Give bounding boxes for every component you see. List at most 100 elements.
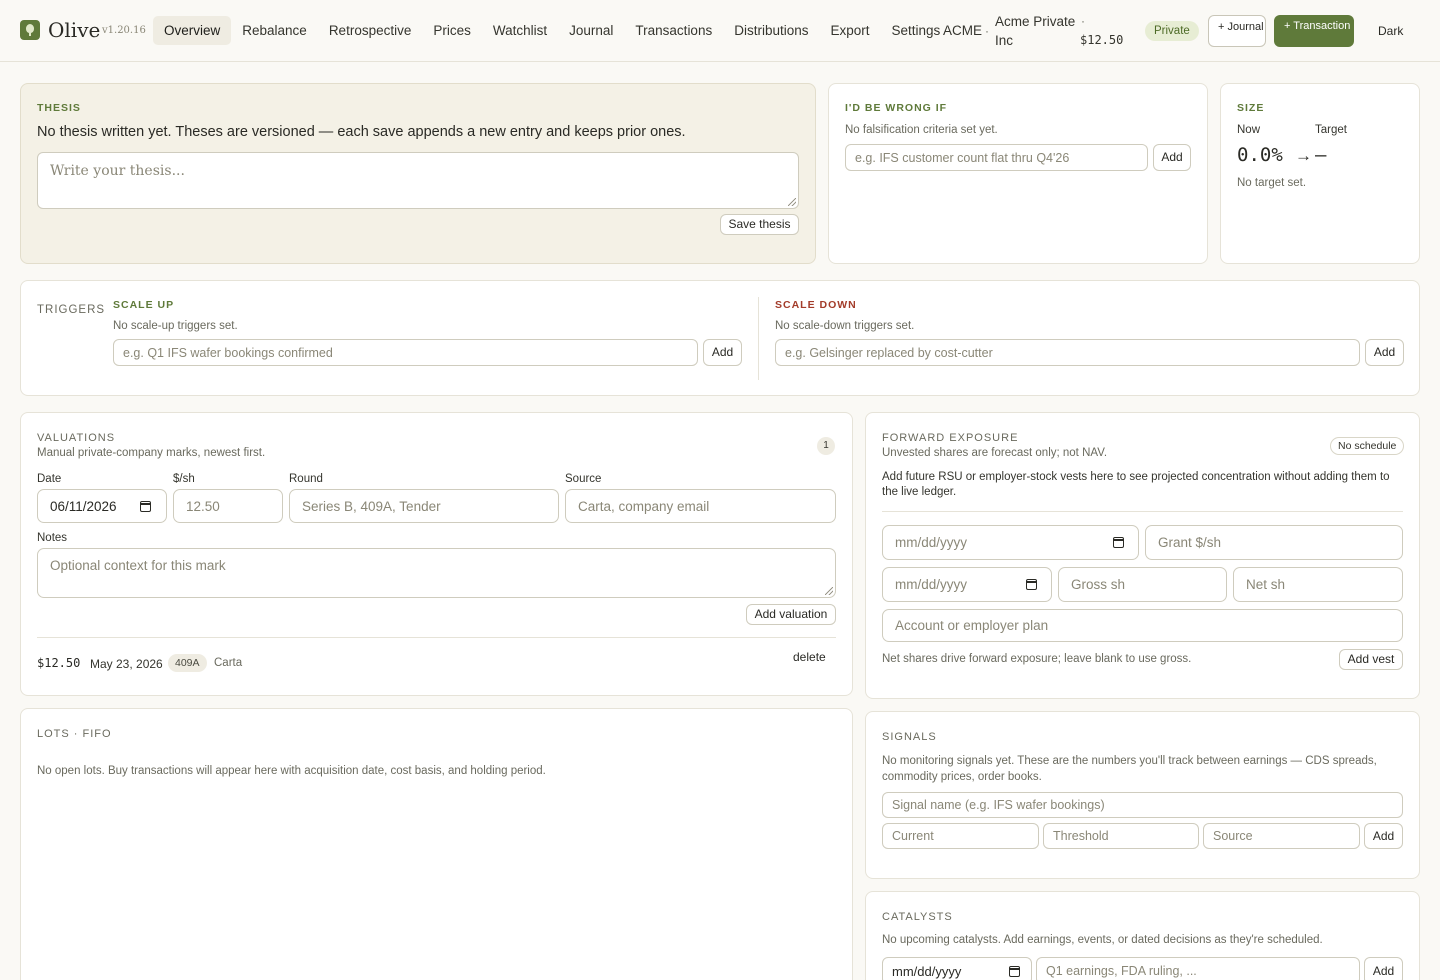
nav-export[interactable]: Export bbox=[819, 16, 880, 45]
lots-empty: No open lots. Buy transactions will appe… bbox=[37, 765, 546, 777]
size-now-value: 0.0% bbox=[1237, 144, 1283, 166]
catalysts-card: CATALYSTS No upcoming catalysts. Add ear… bbox=[865, 891, 1420, 980]
valuations-subtitle: Manual private-company marks, newest fir… bbox=[37, 447, 266, 459]
gross-shares-input[interactable]: Gross sh bbox=[1058, 567, 1227, 602]
notes-textarea[interactable]: Optional context for this mark bbox=[37, 548, 836, 598]
forward-divider bbox=[882, 511, 1403, 512]
add-valuation-button[interactable]: Add valuation bbox=[746, 604, 836, 625]
signals-card: SIGNALS No monitoring signals yet. These… bbox=[865, 711, 1420, 879]
signal-name-input[interactable]: Signal name (e.g. IFS wafer bookings) bbox=[882, 792, 1403, 818]
signals-label: SIGNALS bbox=[882, 731, 937, 743]
add-wrong-if-button[interactable]: Add bbox=[1153, 144, 1191, 171]
nav-transactions[interactable]: Transactions bbox=[624, 16, 723, 45]
thesis-textarea[interactable]: Write your thesis... bbox=[37, 152, 799, 209]
size-card: SIZE Now Target 0.0% → — No target set. bbox=[1220, 83, 1420, 264]
olive-logo-icon bbox=[20, 20, 40, 40]
arrow-right-icon: → bbox=[1295, 146, 1312, 165]
vest-date-2-placeholder: mm/dd/yyyy bbox=[895, 577, 968, 592]
main-nav: Overview Rebalance Retrospective Prices … bbox=[153, 16, 951, 45]
calendar-icon[interactable] bbox=[1009, 966, 1020, 977]
valuation-round-badge: 409A bbox=[168, 654, 207, 672]
valuation-date: May 23, 2026 bbox=[90, 657, 163, 671]
net-shares-input[interactable]: Net sh bbox=[1233, 567, 1403, 602]
nav-settings[interactable]: Settings bbox=[881, 16, 952, 45]
valuations-card: VALUATIONS Manual private-company marks,… bbox=[20, 412, 853, 696]
nav-journal[interactable]: Journal bbox=[558, 16, 624, 45]
source-label: Source bbox=[565, 473, 602, 485]
forward-exposure-subtitle: Unvested shares are forecast only; not N… bbox=[882, 447, 1108, 459]
size-label: SIZE bbox=[1237, 102, 1265, 114]
round-input[interactable]: Series B, 409A, Tender bbox=[289, 489, 559, 523]
resize-handle-icon[interactable] bbox=[788, 198, 796, 206]
add-transaction-button[interactable]: + Transaction bbox=[1274, 15, 1354, 47]
security-price: $12.50 bbox=[1080, 33, 1124, 47]
security-name: Acme Private Inc bbox=[995, 14, 1076, 48]
account-plan-input[interactable]: Account or employer plan bbox=[882, 609, 1403, 642]
catalysts-label: CATALYSTS bbox=[882, 911, 953, 923]
forward-exposure-card: FORWARD EXPOSURE Unvested shares are for… bbox=[865, 412, 1420, 699]
scale-up-input[interactable]: e.g. Q1 IFS wafer bookings confirmed bbox=[113, 339, 698, 366]
catalysts-empty: No upcoming catalysts. Add earnings, eve… bbox=[882, 934, 1323, 946]
security-ticker: ACME bbox=[943, 23, 983, 38]
theme-toggle[interactable]: Dark bbox=[1378, 24, 1403, 38]
notes-placeholder: Optional context for this mark bbox=[50, 558, 226, 573]
calendar-icon[interactable] bbox=[1113, 537, 1124, 548]
nav-overview[interactable]: Overview bbox=[153, 16, 232, 45]
delete-valuation-button[interactable]: delete bbox=[793, 650, 826, 664]
schedule-badge: No schedule bbox=[1330, 437, 1405, 455]
valuation-date-input[interactable]: 06/11/2026 bbox=[37, 489, 167, 523]
wrong-if-label: I'D BE WRONG IF bbox=[845, 102, 948, 114]
size-now-label: Now bbox=[1237, 124, 1261, 136]
triggers-divider bbox=[758, 297, 759, 380]
triggers-card: TRIGGERS SCALE UP No scale-up triggers s… bbox=[20, 280, 1420, 396]
add-scale-down-button[interactable]: Add bbox=[1365, 339, 1404, 366]
wrong-if-input[interactable]: e.g. IFS customer count flat thru Q4'26 bbox=[845, 144, 1148, 171]
signal-source-input[interactable]: Source bbox=[1203, 823, 1360, 849]
price-per-share-label: $/sh bbox=[173, 473, 195, 485]
signals-empty: No monitoring signals yet. These are the… bbox=[882, 755, 1377, 783]
nav-distributions[interactable]: Distributions bbox=[723, 16, 819, 45]
calendar-icon[interactable] bbox=[1026, 579, 1037, 590]
ticker-separator: · bbox=[985, 24, 989, 38]
catalyst-event-input[interactable]: Q1 earnings, FDA ruling, ... bbox=[1036, 957, 1360, 980]
valuations-label: VALUATIONS bbox=[37, 432, 116, 444]
catalyst-date-input[interactable]: mm/dd/yyyy bbox=[882, 957, 1032, 980]
valuation-row: $12.50 May 23, 2026 409A Carta delete bbox=[37, 650, 836, 675]
valuation-date-value: 06/11/2026 bbox=[50, 498, 117, 514]
vest-date-input[interactable]: mm/dd/yyyy bbox=[882, 525, 1139, 560]
grant-price-input[interactable]: Grant $/sh bbox=[1145, 525, 1403, 560]
nav-watchlist[interactable]: Watchlist bbox=[482, 16, 558, 45]
add-journal-button[interactable]: + Journal bbox=[1208, 15, 1266, 47]
scale-down-input[interactable]: e.g. Gelsinger replaced by cost-cutter bbox=[775, 339, 1360, 366]
signal-threshold-input[interactable]: Threshold bbox=[1043, 823, 1199, 849]
notes-label: Notes bbox=[37, 532, 68, 544]
save-thesis-button[interactable]: Save thesis bbox=[720, 214, 799, 235]
signal-current-input[interactable]: Current bbox=[882, 823, 1039, 849]
scale-down-empty: No scale-down triggers set. bbox=[775, 320, 915, 332]
thesis-text: No thesis written yet. Theses are versio… bbox=[37, 124, 686, 140]
triggers-label: TRIGGERS bbox=[37, 304, 106, 316]
scale-up-label: SCALE UP bbox=[113, 299, 175, 311]
add-catalyst-button[interactable]: Add bbox=[1364, 957, 1403, 980]
lots-card: LOTS · FIFO No open lots. Buy transactio… bbox=[20, 708, 853, 980]
size-target-label: Target bbox=[1315, 124, 1347, 136]
nav-rebalance[interactable]: Rebalance bbox=[231, 16, 318, 45]
vest-date-2-input[interactable]: mm/dd/yyyy bbox=[882, 567, 1052, 602]
scale-up-empty: No scale-up triggers set. bbox=[113, 320, 238, 332]
add-signal-button[interactable]: Add bbox=[1364, 823, 1403, 849]
round-label: Round bbox=[289, 473, 323, 485]
nav-prices[interactable]: Prices bbox=[422, 16, 482, 45]
valuation-price-input[interactable]: 12.50 bbox=[173, 489, 283, 523]
calendar-icon[interactable] bbox=[140, 501, 151, 512]
valuations-count-badge: 1 bbox=[817, 437, 835, 455]
date-label: Date bbox=[37, 473, 62, 485]
wrong-if-card: I'D BE WRONG IF No falsification criteri… bbox=[828, 83, 1208, 264]
nav-retrospective[interactable]: Retrospective bbox=[318, 16, 423, 45]
resize-handle-icon[interactable] bbox=[825, 587, 833, 595]
forward-exposure-note: Net shares drive forward exposure; leave… bbox=[882, 653, 1192, 665]
forward-exposure-description: Add future RSU or employer-stock vests h… bbox=[882, 471, 1390, 498]
vest-date-placeholder: mm/dd/yyyy bbox=[895, 535, 968, 550]
add-scale-up-button[interactable]: Add bbox=[703, 339, 742, 366]
add-vest-button[interactable]: Add vest bbox=[1339, 649, 1403, 670]
source-input[interactable]: Carta, company email bbox=[565, 489, 836, 523]
